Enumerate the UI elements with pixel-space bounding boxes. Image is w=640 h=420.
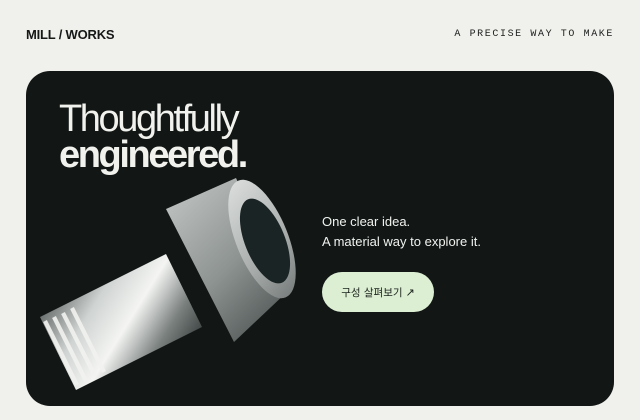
description-line-2: A material way to explore it. <box>322 234 481 249</box>
hero-illustration <box>40 178 296 390</box>
hero-description: One clear idea. A material way to explor… <box>322 212 481 252</box>
hero-panel: Thoughtfully engineered. One clear idea.… <box>26 71 614 406</box>
bolt-shaft <box>40 254 202 390</box>
tagline: A PRECISE WAY TO MAKE <box>454 28 614 40</box>
description-line-1: One clear idea. <box>322 214 411 229</box>
brand-logo[interactable]: MILL / WORKS <box>26 27 115 42</box>
arrow-up-right-icon: ↗ <box>405 285 415 299</box>
cta-label: 구성 살펴보기 <box>341 286 403 299</box>
top-bar: MILL / WORKS A PRECISE WAY TO MAKE <box>26 24 614 44</box>
explore-button[interactable]: 구성 살펴보기 ↗ <box>322 272 434 312</box>
